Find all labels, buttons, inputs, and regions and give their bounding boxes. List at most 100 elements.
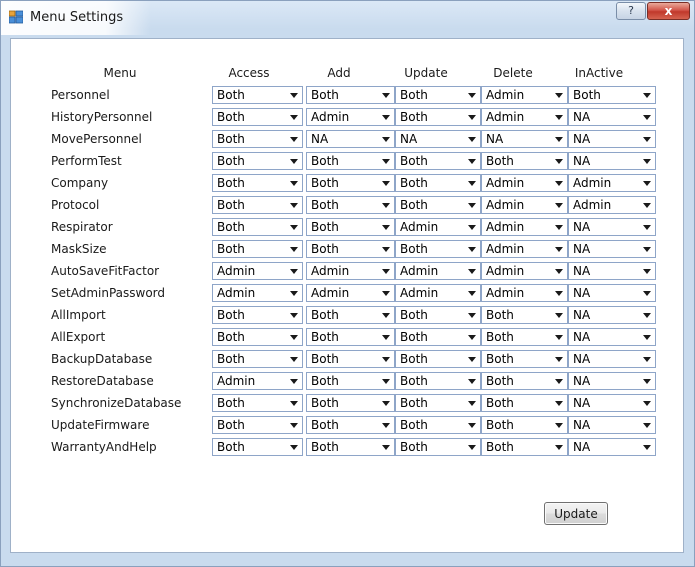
access-dropdown[interactable]: Both xyxy=(212,438,303,456)
access-dropdown[interactable]: Both xyxy=(212,108,303,126)
inactive-dropdown[interactable]: Both xyxy=(568,86,656,104)
delete-dropdown[interactable]: Both xyxy=(481,152,568,170)
update-dropdown[interactable]: Both xyxy=(395,372,481,390)
dropdown-value: Both xyxy=(400,88,428,102)
chevron-down-icon xyxy=(468,379,476,384)
add-dropdown[interactable]: Admin xyxy=(306,262,395,280)
access-dropdown[interactable]: Both xyxy=(212,394,303,412)
update-dropdown[interactable]: Both xyxy=(395,174,481,192)
inactive-dropdown[interactable]: NA xyxy=(568,438,656,456)
access-dropdown[interactable]: Both xyxy=(212,174,303,192)
delete-dropdown[interactable]: Admin xyxy=(481,284,568,302)
inactive-dropdown[interactable]: NA xyxy=(568,130,656,148)
add-dropdown[interactable]: Both xyxy=(306,196,395,214)
access-dropdown[interactable]: Both xyxy=(212,306,303,324)
inactive-dropdown[interactable]: NA xyxy=(568,416,656,434)
inactive-dropdown[interactable]: NA xyxy=(568,262,656,280)
add-dropdown[interactable]: Both xyxy=(306,152,395,170)
inactive-dropdown[interactable]: NA xyxy=(568,218,656,236)
update-dropdown[interactable]: Both xyxy=(395,152,481,170)
delete-dropdown[interactable]: Both xyxy=(481,394,568,412)
update-dropdown[interactable]: Admin xyxy=(395,262,481,280)
access-dropdown[interactable]: Admin xyxy=(212,262,303,280)
access-dropdown[interactable]: Both xyxy=(212,130,303,148)
chevron-down-icon xyxy=(382,401,390,406)
delete-dropdown[interactable]: Both xyxy=(481,328,568,346)
delete-dropdown[interactable]: Both xyxy=(481,350,568,368)
add-dropdown[interactable]: Both xyxy=(306,416,395,434)
delete-dropdown[interactable]: Admin xyxy=(481,86,568,104)
inactive-dropdown[interactable]: Admin xyxy=(568,174,656,192)
delete-dropdown[interactable]: Both xyxy=(481,306,568,324)
update-dropdown[interactable]: Both xyxy=(395,86,481,104)
inactive-dropdown[interactable]: NA xyxy=(568,372,656,390)
inactive-dropdown[interactable]: NA xyxy=(568,240,656,258)
add-dropdown[interactable]: Both xyxy=(306,218,395,236)
delete-dropdown[interactable]: Both xyxy=(481,372,568,390)
access-dropdown[interactable]: Admin xyxy=(212,284,303,302)
update-dropdown[interactable]: Both xyxy=(395,438,481,456)
delete-dropdown[interactable]: Admin xyxy=(481,218,568,236)
access-dropdown[interactable]: Both xyxy=(212,350,303,368)
title-bar[interactable]: Menu Settings ? x xyxy=(1,1,694,35)
inactive-dropdown[interactable]: Admin xyxy=(568,196,656,214)
add-dropdown[interactable]: Both xyxy=(306,174,395,192)
add-dropdown[interactable]: Both xyxy=(306,86,395,104)
inactive-dropdown[interactable]: NA xyxy=(568,394,656,412)
update-dropdown[interactable]: Both xyxy=(395,306,481,324)
update-dropdown[interactable]: Both xyxy=(395,416,481,434)
inactive-dropdown[interactable]: NA xyxy=(568,108,656,126)
delete-dropdown[interactable]: Admin xyxy=(481,262,568,280)
delete-dropdown[interactable]: Both xyxy=(481,438,568,456)
inactive-dropdown[interactable]: NA xyxy=(568,328,656,346)
close-button[interactable]: x xyxy=(647,2,690,20)
access-dropdown[interactable]: Both xyxy=(212,218,303,236)
dropdown-value: Both xyxy=(311,330,339,344)
update-dropdown[interactable]: NA xyxy=(395,130,481,148)
add-dropdown[interactable]: Both xyxy=(306,240,395,258)
inactive-dropdown[interactable]: NA xyxy=(568,350,656,368)
add-dropdown[interactable]: Both xyxy=(306,394,395,412)
access-dropdown[interactable]: Both xyxy=(212,240,303,258)
delete-dropdown[interactable]: Admin xyxy=(481,174,568,192)
add-dropdown[interactable]: Both xyxy=(306,328,395,346)
add-dropdown[interactable]: Both xyxy=(306,306,395,324)
help-button[interactable]: ? xyxy=(616,2,646,20)
inactive-dropdown[interactable]: NA xyxy=(568,306,656,324)
chevron-down-icon xyxy=(290,225,298,230)
chevron-down-icon xyxy=(290,181,298,186)
delete-dropdown[interactable]: NA xyxy=(481,130,568,148)
chevron-down-icon xyxy=(468,291,476,296)
add-dropdown[interactable]: Admin xyxy=(306,108,395,126)
access-dropdown[interactable]: Both xyxy=(212,416,303,434)
add-dropdown[interactable]: Both xyxy=(306,350,395,368)
delete-dropdown[interactable]: Both xyxy=(481,416,568,434)
delete-dropdown[interactable]: Admin xyxy=(481,240,568,258)
access-dropdown[interactable]: Both xyxy=(212,196,303,214)
update-dropdown[interactable]: Both xyxy=(395,328,481,346)
add-dropdown[interactable]: Both xyxy=(306,438,395,456)
access-dropdown[interactable]: Admin xyxy=(212,372,303,390)
update-dropdown[interactable]: Admin xyxy=(395,218,481,236)
inactive-dropdown[interactable]: NA xyxy=(568,284,656,302)
update-dropdown[interactable]: Both xyxy=(395,108,481,126)
add-dropdown[interactable]: Admin xyxy=(306,284,395,302)
update-dropdown[interactable]: Admin xyxy=(395,284,481,302)
update-dropdown[interactable]: Both xyxy=(395,196,481,214)
add-dropdown[interactable]: NA xyxy=(306,130,395,148)
update-dropdown[interactable]: Both xyxy=(395,350,481,368)
access-dropdown[interactable]: Both xyxy=(212,328,303,346)
update-button[interactable]: Update xyxy=(544,502,608,525)
inactive-dropdown[interactable]: NA xyxy=(568,152,656,170)
dropdown-value: Admin xyxy=(217,286,256,300)
update-dropdown[interactable]: Both xyxy=(395,394,481,412)
delete-dropdown[interactable]: Admin xyxy=(481,196,568,214)
add-dropdown[interactable]: Both xyxy=(306,372,395,390)
access-dropdown[interactable]: Both xyxy=(212,152,303,170)
chevron-down-icon xyxy=(382,203,390,208)
delete-dropdown[interactable]: Admin xyxy=(481,108,568,126)
update-dropdown[interactable]: Both xyxy=(395,240,481,258)
dropdown-value: Both xyxy=(400,352,428,366)
dropdown-value: Both xyxy=(400,418,428,432)
access-dropdown[interactable]: Both xyxy=(212,86,303,104)
